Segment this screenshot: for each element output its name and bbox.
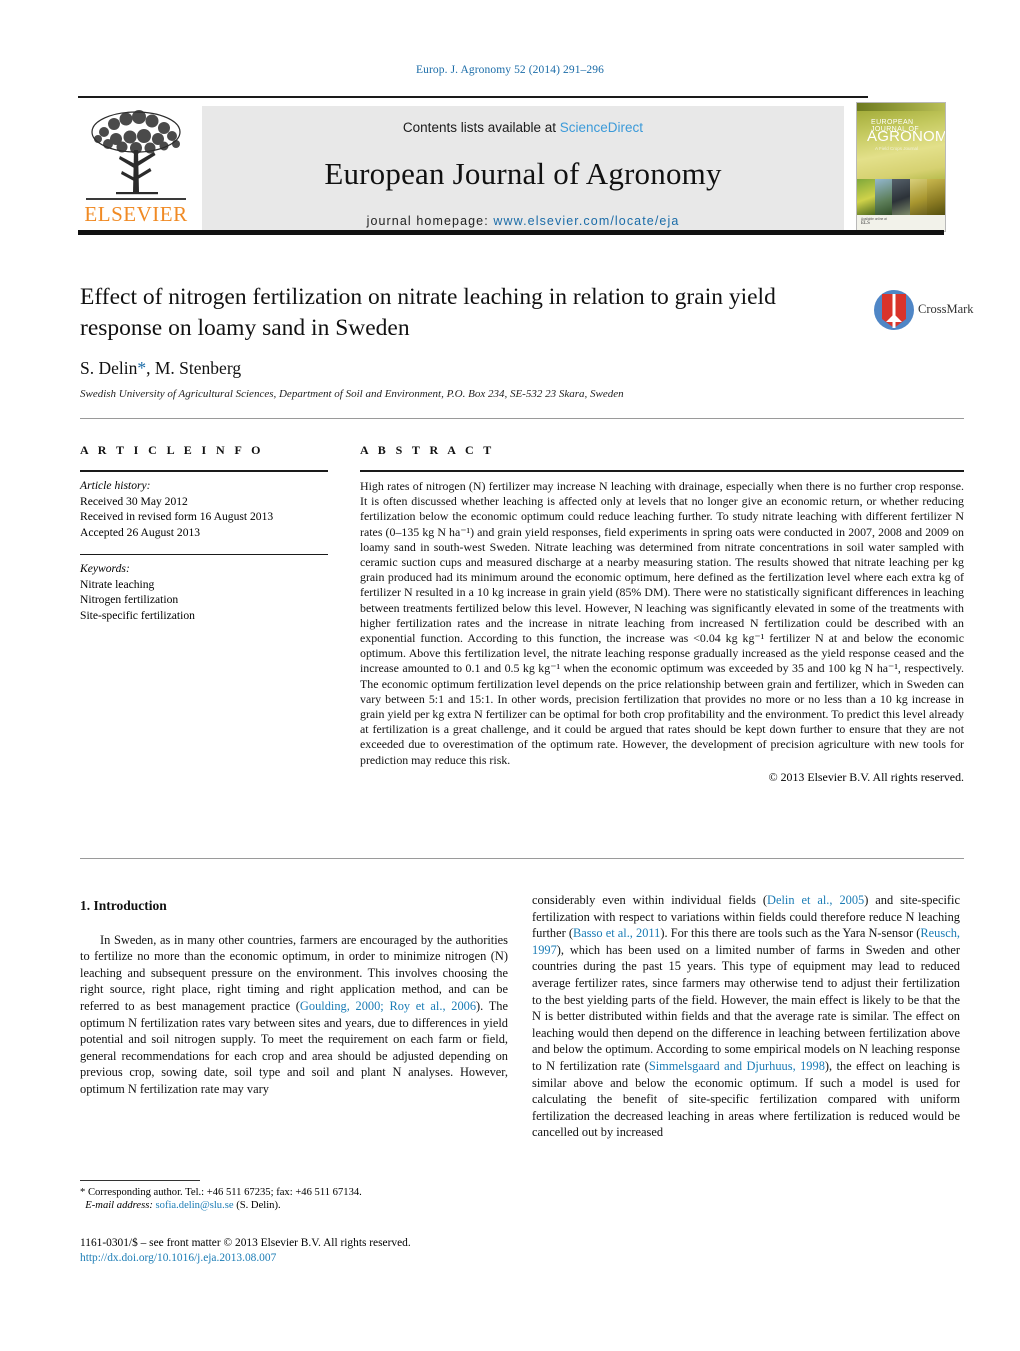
history-item: Accepted 26 August 2013 [80, 525, 201, 539]
cover-photo-2 [874, 179, 893, 215]
homepage-prefix: journal homepage: [366, 214, 489, 228]
right-text-3: ). For this there are tools such as the … [660, 926, 921, 941]
cover-title: AGRONOMY [867, 128, 945, 145]
journal-header-band: ELSEVIER Contents lists available at Sci… [78, 96, 946, 240]
email-note: E-mail address: sofia.delin@slu.se (S. D… [80, 1199, 508, 1212]
page-title: Effect of nitrogen fertilization on nitr… [80, 284, 776, 341]
keywords-label: Keywords: [80, 562, 130, 575]
citation-delin-2005[interactable]: Delin et al., 2005 [767, 893, 864, 907]
author-secondary: , M. Stenberg [146, 358, 242, 378]
elsevier-tree-logo-icon [91, 110, 181, 195]
abstract-column: A B S T R A C T High rates of nitrogen (… [360, 443, 964, 785]
header-bottom-rule [78, 230, 944, 235]
sciencedirect-link[interactable]: ScienceDirect [560, 120, 643, 135]
crossmark-badge[interactable]: CrossMark [872, 288, 974, 336]
crossmark-label: CrossMark [918, 302, 974, 316]
section-divider-top [80, 418, 964, 419]
issn-copyright: 1161-0301/$ – see front matter © 2013 El… [80, 1237, 411, 1249]
history-item: Received 30 May 2012 [80, 494, 188, 508]
article-info-column: A R T I C L E I N F O Article history: R… [80, 443, 328, 623]
abstract-rule [360, 470, 964, 472]
cover-footer: Available online at ELS [857, 215, 945, 231]
keywords-block: Keywords: Nitrate leaching Nitrogen fert… [80, 561, 328, 623]
doi-link[interactable]: http://dx.doi.org/10.1016/j.eja.2013.08.… [80, 1251, 540, 1266]
section-divider-bottom [80, 858, 964, 859]
article-history-label: Article history: [80, 479, 151, 492]
elsevier-wordmark: ELSEVIER [84, 202, 188, 226]
cover-subtitle: A Field Crops Journal [875, 146, 919, 151]
keyword-item: Nitrogen fertilization [80, 593, 179, 606]
cover-photo-4 [909, 179, 928, 215]
intro-text-2: ). The optimum N fertilization rates var… [80, 998, 509, 1096]
abstract-heading: A B S T R A C T [360, 443, 495, 457]
abstract-text: High rates of nitrogen (N) fertilizer ma… [360, 479, 964, 767]
journal-homepage-line: journal homepage: www.elsevier.com/locat… [202, 214, 844, 228]
journal-title: European Journal of Agronomy [324, 156, 722, 191]
body-column-left: 1. Introduction In Sweden, as in many ot… [80, 898, 508, 1098]
crossmark-icon [874, 290, 914, 330]
email-owner: (S. Delin). [236, 1200, 281, 1212]
history-item: Received in revised form 16 August 2013 [80, 510, 274, 523]
header-top-rule [78, 96, 868, 98]
journal-cover-thumbnail: EUROPEAN JOURNAL OF AGRONOMY A Field Cro… [856, 102, 946, 232]
front-matter-block: 1161-0301/$ – see front matter © 2013 El… [80, 1236, 540, 1266]
contents-lists-line: Contents lists available at ScienceDirec… [202, 120, 844, 135]
email-link[interactable]: sofia.delin@slu.se [156, 1200, 234, 1211]
footnote-block: * Corresponding author. Tel.: +46 511 67… [80, 1186, 508, 1213]
journal-homepage-link[interactable]: www.elsevier.com/locate/eja [493, 214, 679, 228]
paper-page: Europ. J. Agronomy 52 (2014) 291–296 ELS… [0, 0, 1020, 1351]
article-history-block: Article history: Received 30 May 2012 Re… [80, 478, 328, 540]
right-text-4: ), which has been used on a limited numb… [532, 942, 960, 1073]
contents-prefix: Contents lists available at [402, 120, 557, 135]
citation-basso-2011[interactable]: Basso et al., 2011 [573, 926, 660, 940]
citation-goulding-roy[interactable]: Goulding, 2000; Roy et al., 2006 [300, 999, 476, 1013]
cover-photo-strip [857, 179, 945, 215]
author-primary: S. Delin [80, 358, 138, 378]
affiliation: Swedish University of Agricultural Scien… [80, 388, 624, 400]
cover-photo-3 [892, 179, 910, 215]
section-heading-introduction: 1. Introduction [80, 898, 167, 913]
article-info-rule [80, 470, 328, 472]
cover-photo-1 [857, 179, 875, 215]
author-list: S. Delin*, M. Stenberg [80, 358, 241, 379]
cover-publisher-mark: ELS [861, 221, 870, 226]
corresponding-author-marker: * [137, 358, 147, 378]
keyword-item: Nitrate leaching [80, 577, 155, 591]
abstract-copyright: © 2013 Elsevier B.V. All rights reserved… [768, 769, 964, 784]
journal-info-box: Contents lists available at ScienceDirec… [202, 106, 844, 230]
intro-paragraph-left: In Sweden, as in many other countries, f… [80, 932, 508, 1098]
body-column-right: considerably even within individual fiel… [532, 892, 960, 1141]
keyword-item: Site-specific fertilization [80, 608, 195, 622]
elsevier-divider [86, 198, 186, 200]
corresponding-author-note: * Corresponding author. Tel.: +46 511 67… [80, 1187, 362, 1198]
article-info-heading: A R T I C L E I N F O [80, 443, 264, 457]
running-head: Europ. J. Agronomy 52 (2014) 291–296 [416, 64, 604, 76]
right-text-1: considerably even within individual fiel… [532, 893, 767, 907]
citation-simmelsgaard-djurhuus-1998[interactable]: Simmelsgaard and Djurhuus, 1998 [649, 1059, 825, 1073]
footnote-rule [80, 1180, 200, 1181]
elsevier-logo: ELSEVIER [80, 106, 192, 228]
email-label: E-mail address: [85, 1200, 153, 1212]
cover-photo-5 [927, 179, 945, 215]
cover-top-strip [857, 103, 945, 111]
intro-paragraph-right: considerably even within individual fiel… [532, 892, 960, 1141]
keywords-rule [80, 554, 328, 555]
